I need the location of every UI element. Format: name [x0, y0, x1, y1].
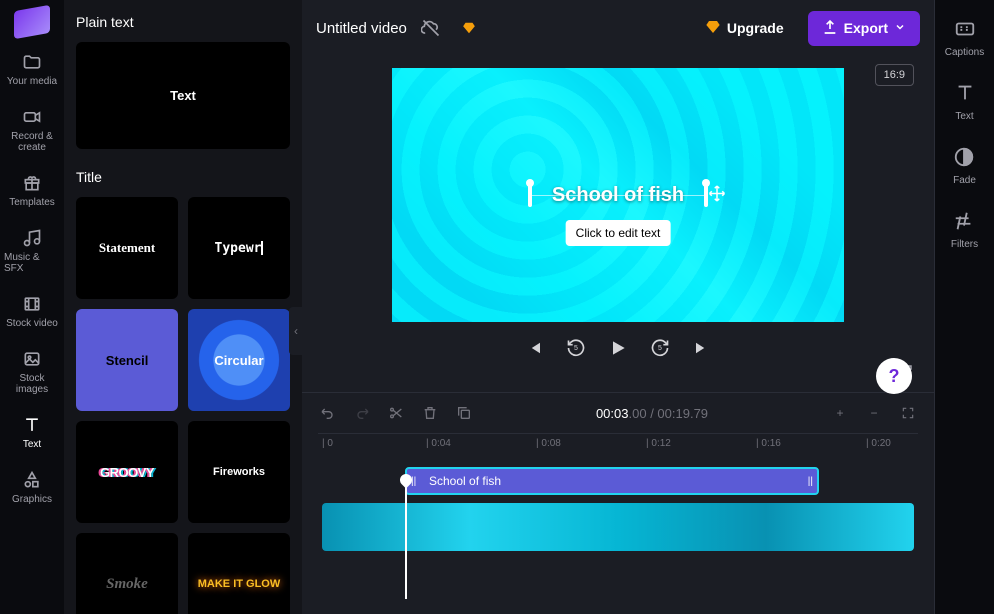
edit-text-tooltip: Click to edit text [566, 220, 671, 246]
playhead[interactable] [405, 481, 407, 599]
skip-back-button[interactable] [522, 336, 546, 360]
text-overlay-selection[interactable]: School of fish Click to edit text [552, 184, 684, 207]
section-title-title: Title [76, 169, 290, 185]
thumb-glow[interactable]: MAKE IT GLOW [188, 533, 290, 614]
gift-icon [22, 173, 42, 193]
nav-label: Text [23, 439, 41, 450]
thumb-circular[interactable]: Circular [188, 309, 290, 411]
help-button[interactable]: ? [876, 358, 912, 394]
nav-stock-images[interactable]: Stock images [0, 345, 64, 399]
nav-label: Templates [9, 197, 55, 208]
fade-icon [953, 146, 975, 171]
forward-5-button[interactable]: 5 [648, 336, 672, 360]
thumb-plain-text[interactable]: Text [76, 42, 290, 149]
export-button[interactable]: Export [808, 11, 920, 46]
upgrade-button[interactable]: Upgrade [691, 11, 798, 46]
text-icon [22, 415, 42, 435]
rp-fade[interactable]: Fade [953, 146, 976, 186]
upload-icon [822, 19, 838, 38]
left-nav: Your media Record & create Templates Mus… [0, 0, 64, 614]
video-preview[interactable]: School of fish Click to edit text [392, 68, 844, 322]
rp-captions[interactable]: Captions [945, 18, 984, 58]
zoom-fit-button[interactable] [898, 403, 918, 423]
thumb-typewriter[interactable]: Typewr [188, 197, 290, 299]
app-logo[interactable] [14, 5, 50, 39]
thumb-fireworks[interactable]: Fireworks [188, 421, 290, 523]
timeline-tracks[interactable]: School of fish [318, 459, 918, 599]
redo-button[interactable] [352, 403, 372, 423]
clip-label: School of fish [429, 474, 501, 488]
chevron-down-icon [894, 20, 906, 36]
music-icon [22, 228, 42, 248]
nav-text[interactable]: Text [18, 411, 46, 454]
video-clip[interactable] [322, 503, 914, 551]
zoom-out-button[interactable]: − [864, 403, 884, 423]
delete-button[interactable] [420, 403, 440, 423]
cloud-off-icon[interactable] [417, 14, 445, 42]
film-icon [22, 294, 42, 314]
duplicate-button[interactable] [454, 403, 474, 423]
nav-label: Your media [7, 76, 57, 87]
text-templates-panel: Plain text Text Title Statement Typewr S… [64, 0, 302, 614]
time-display: 00:03.00 / 00:19.79 [596, 406, 708, 421]
nav-stock-video[interactable]: Stock video [2, 290, 62, 333]
shapes-icon [22, 470, 42, 490]
collapse-panel-button[interactable]: ‹ [289, 307, 302, 355]
premium-diamond-icon [455, 14, 483, 42]
playback-controls: 5 5 [522, 336, 714, 360]
split-button[interactable] [386, 403, 406, 423]
timeline: 00:03.00 / 00:19.79 + − | 0 | 0:04 | 0:0… [302, 392, 934, 614]
section-title-plain: Plain text [76, 14, 290, 30]
filters-icon [953, 210, 975, 235]
project-title[interactable]: Untitled video [316, 20, 407, 37]
nav-label: Graphics [12, 494, 52, 505]
nav-label: Stock video [6, 318, 58, 329]
resize-handle-left[interactable] [528, 183, 532, 207]
image-icon [22, 349, 42, 369]
aspect-ratio-badge[interactable]: 16:9 [875, 64, 914, 86]
timeline-toolbar: 00:03.00 / 00:19.79 + − [318, 403, 918, 423]
rewind-5-button[interactable]: 5 [564, 336, 588, 360]
move-icon[interactable] [708, 185, 726, 206]
skip-forward-button[interactable] [690, 336, 714, 360]
zoom-in-button[interactable]: + [830, 403, 850, 423]
right-properties-panel: Captions Text Fade Filters [934, 0, 994, 614]
nav-label: Stock images [4, 373, 60, 395]
diamond-icon [705, 19, 721, 38]
text-clip[interactable]: School of fish [405, 467, 819, 495]
play-button[interactable] [606, 336, 630, 360]
thumb-statement[interactable]: Statement [76, 197, 178, 299]
selection-line [528, 195, 708, 196]
captions-icon [954, 18, 976, 43]
thumb-stencil[interactable]: Stencil [76, 309, 178, 411]
nav-label: Music & SFX [4, 252, 60, 274]
top-toolbar: Untitled video Upgrade Export [302, 0, 934, 56]
nav-label: Record & create [4, 131, 60, 153]
thumb-smoke[interactable]: Smoke [76, 533, 178, 614]
nav-your-media[interactable]: Your media [3, 48, 61, 91]
text-icon [954, 82, 976, 107]
nav-graphics[interactable]: Graphics [8, 466, 56, 509]
nav-record-create[interactable]: Record & create [0, 103, 64, 157]
camera-icon [22, 107, 42, 127]
folder-icon [22, 52, 42, 72]
undo-button[interactable] [318, 403, 338, 423]
nav-templates[interactable]: Templates [5, 169, 59, 212]
main-area: Untitled video Upgrade Export 16:9 Schoo… [302, 0, 934, 614]
preview-area: 16:9 School of fish Click to edit text 5… [302, 56, 934, 392]
thumb-groovy[interactable]: GROOVY [76, 421, 178, 523]
nav-music-sfx[interactable]: Music & SFX [0, 224, 64, 278]
rp-filters[interactable]: Filters [951, 210, 978, 250]
timeline-ruler[interactable]: | 0 | 0:04 | 0:08 | 0:12 | 0:16 | 0:20 [318, 433, 918, 455]
rp-text[interactable]: Text [954, 82, 976, 122]
